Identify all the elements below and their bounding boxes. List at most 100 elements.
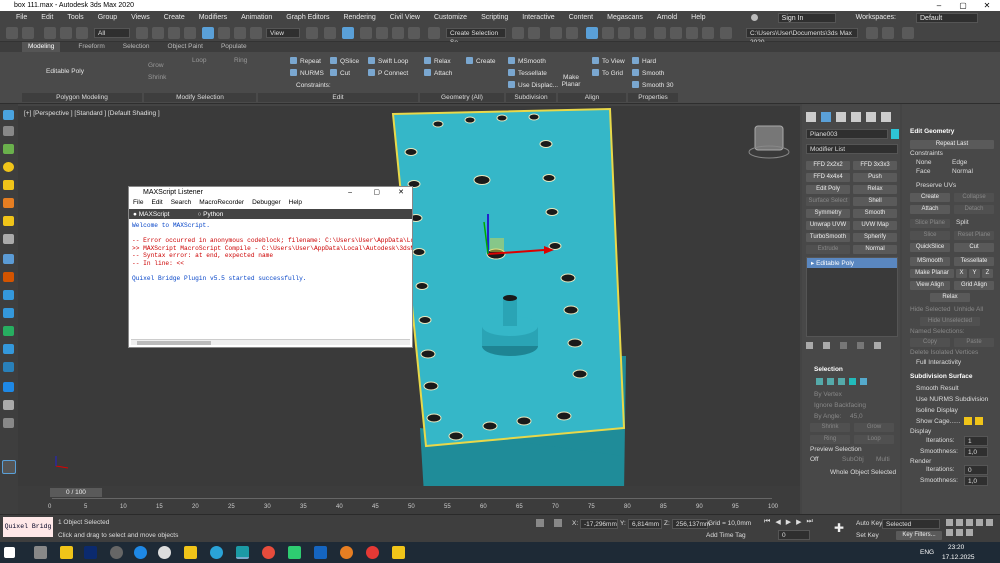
smooth-result-checkbox[interactable]: Smooth Result — [916, 385, 959, 392]
use-nurms-checkbox[interactable]: Use NURMS Subdivision — [916, 396, 988, 403]
toolbar-extra-icon[interactable] — [902, 27, 914, 39]
redo-icon[interactable] — [22, 27, 34, 39]
menu-tools[interactable]: Tools — [67, 14, 83, 21]
msmooth-button[interactable]: MSmooth — [508, 57, 546, 65]
show-end-result-icon[interactable] — [823, 342, 830, 349]
smoothness-spinner[interactable]: 1,0 — [964, 447, 988, 457]
project-path-field[interactable]: C:\Users\User\Documents\3ds Max 2020 — [746, 28, 858, 38]
msmooth-geom-button[interactable]: MSmooth — [910, 257, 950, 266]
preview-subobj-radio[interactable]: SubObj — [842, 456, 864, 463]
grow-sel-button[interactable]: Grow — [854, 423, 894, 432]
menu-scripting[interactable]: Scripting — [481, 14, 508, 21]
attach-button[interactable]: Attach — [424, 69, 452, 77]
windows-start-icon[interactable] — [4, 547, 15, 558]
modifier-stack[interactable]: ▸ Editable Poly — [806, 257, 898, 337]
maximize-viewport-icon[interactable] — [966, 529, 973, 536]
current-frame-field[interactable]: 0 — [778, 530, 810, 540]
listener-output[interactable]: Welcome to MAXScript. -- Error occurred … — [129, 219, 412, 337]
isoline-display-checkbox[interactable]: Isoline Display — [916, 407, 958, 414]
rect-selection-icon[interactable] — [168, 27, 180, 39]
minimize-icon[interactable]: – — [928, 0, 950, 11]
qslice-button[interactable]: QSlice — [330, 57, 359, 65]
clock-date[interactable]: 17.12.2025 — [942, 554, 975, 561]
explorer-icon[interactable] — [34, 546, 47, 559]
render-icon[interactable] — [686, 27, 698, 39]
border-level-icon[interactable] — [838, 378, 845, 385]
cut-geom-button[interactable]: Cut — [954, 243, 994, 252]
listener-scrollbar[interactable] — [131, 339, 410, 345]
menu-help[interactable]: Help — [691, 14, 705, 21]
menu-customize[interactable]: Customize — [434, 14, 467, 21]
paste-button[interactable]: Paste — [954, 338, 994, 347]
close-icon[interactable]: ✕ — [976, 0, 998, 11]
orbit-icon[interactable] — [956, 529, 963, 536]
extrude-button[interactable]: Extrude — [806, 245, 850, 254]
menu-animation[interactable]: Animation — [241, 14, 272, 21]
sign-in-button[interactable]: Sign In — [778, 13, 836, 23]
relax-geom-button[interactable]: Relax — [930, 293, 970, 302]
menu-modifiers[interactable]: Modifiers — [199, 14, 227, 21]
tab-object-paint[interactable]: Object Paint — [168, 42, 203, 52]
menu-graph-editors[interactable]: Graph Editors — [286, 14, 329, 21]
utilities-tab-icon[interactable] — [881, 112, 891, 122]
y-coordinate-field[interactable]: 6,814mm — [628, 519, 662, 529]
menu-edit[interactable]: Edit — [41, 14, 53, 21]
by-vertex-checkbox[interactable]: By Vertex — [814, 391, 842, 398]
schematic-view-icon[interactable] — [618, 27, 630, 39]
select-by-name-icon[interactable] — [152, 27, 164, 39]
key-filters-button[interactable]: Key Filters... — [896, 531, 942, 540]
set-key-icon[interactable]: ✚ — [834, 521, 844, 535]
hide-unselected-button[interactable]: Hide Unselected — [920, 317, 980, 326]
go-to-start-icon[interactable]: ⏮ — [764, 518, 770, 526]
play-icon[interactable]: ▶ — [786, 518, 791, 526]
auto-key-button[interactable]: Auto Key — [856, 520, 882, 527]
x-coordinate-field[interactable]: -17,296mm — [580, 519, 618, 529]
select-manipulate-icon[interactable] — [324, 27, 336, 39]
file-explorer-icon[interactable] — [60, 546, 73, 559]
copy-button[interactable]: Copy — [910, 338, 950, 347]
listener-menu-debugger[interactable]: Debugger — [252, 199, 281, 209]
chrome-alt-icon[interactable] — [158, 546, 171, 559]
detach-button[interactable]: Detach — [954, 205, 994, 214]
steam-icon[interactable] — [110, 546, 123, 559]
selection-filter-dropdown[interactable]: All — [94, 28, 130, 38]
planar-x-button[interactable]: X — [956, 269, 967, 278]
use-displace-button[interactable]: Use Displac... — [508, 81, 558, 89]
ffd333-button[interactable]: FFD 3x3x3 — [853, 161, 897, 170]
move-icon[interactable] — [202, 27, 214, 39]
rendered-frame-icon[interactable] — [670, 27, 682, 39]
hierarchy-tab-icon[interactable] — [836, 112, 846, 122]
tab-modeling[interactable]: Modeling — [22, 42, 60, 52]
snaps-toggle-icon[interactable] — [360, 27, 372, 39]
folder2-icon[interactable] — [392, 546, 405, 559]
pivot-icon[interactable] — [306, 27, 318, 39]
scene-explorer-icon[interactable] — [3, 110, 14, 120]
smooth-button[interactable]: Smooth — [632, 69, 664, 77]
maxscript-listener-window[interactable]: MAXScript Listener – ▢ ✕ File Edit Searc… — [128, 186, 413, 348]
split-checkbox[interactable]: Split — [956, 219, 969, 226]
preserve-uvs-checkbox[interactable]: Preserve UVs — [916, 182, 956, 189]
create-cone-icon[interactable] — [3, 198, 14, 208]
unwrap-uvw-button[interactable]: Unwrap UVW — [806, 221, 850, 230]
display-tab-icon[interactable] — [866, 112, 876, 122]
shrink-button[interactable]: Shrink — [148, 74, 166, 81]
pan-icon[interactable] — [946, 529, 953, 536]
material-editor-icon[interactable] — [634, 27, 646, 39]
menu-content[interactable]: Content — [569, 14, 594, 21]
lock-selection-icon[interactable] — [554, 519, 562, 527]
edit-geometry-header[interactable]: Edit Geometry — [910, 128, 954, 135]
group-polygon-modeling[interactable]: Polygon Modeling — [22, 93, 142, 102]
by-angle-checkbox[interactable]: By Angle: — [814, 413, 841, 420]
planar-z-button[interactable]: Z — [982, 269, 993, 278]
listener-scroll-thumb[interactable] — [137, 341, 211, 345]
to-grid-button[interactable]: To Grid — [592, 69, 623, 77]
undo-icon[interactable] — [6, 27, 18, 39]
select-object-icon[interactable] — [136, 27, 148, 39]
viewcube-icon[interactable] — [749, 126, 789, 158]
create-geom-button[interactable]: Create — [910, 193, 950, 202]
shrink-sel-button[interactable]: Shrink — [810, 423, 850, 432]
remove-modifier-icon[interactable] — [857, 342, 864, 349]
app-c-icon[interactable] — [314, 546, 327, 559]
scale-icon[interactable] — [234, 27, 246, 39]
ring-sel-button[interactable]: Ring — [810, 435, 850, 444]
